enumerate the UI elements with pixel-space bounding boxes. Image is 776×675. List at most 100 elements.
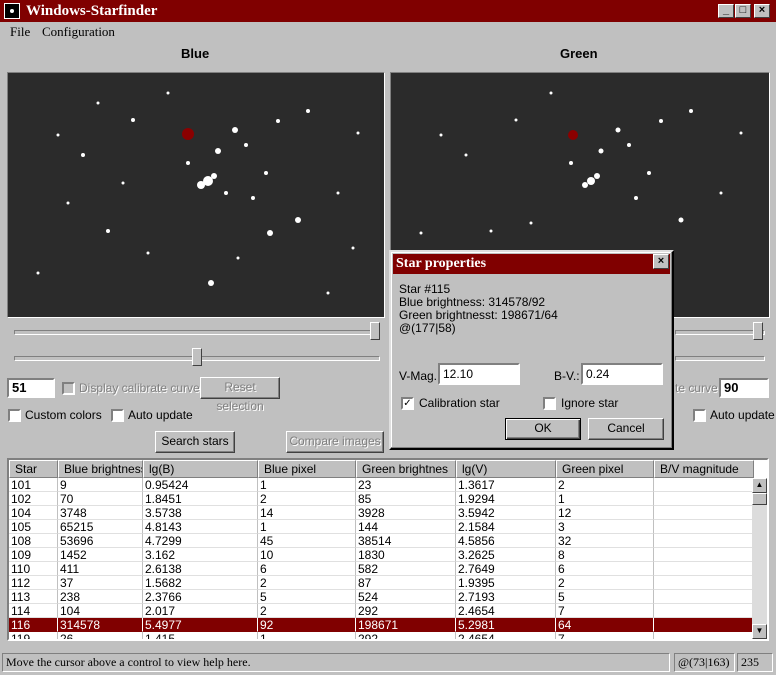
table-cell: 1 (258, 632, 356, 639)
table-cell: 1.415 (143, 632, 258, 639)
star-table[interactable]: Star Blue brightness lg(B) Blue pixel Green … (7, 458, 769, 641)
table-row[interactable]: 119 26 1.415 1 292 2.4654 7 (9, 632, 754, 639)
table-cell: 292 (356, 604, 456, 618)
table-cell: 198671 (356, 618, 456, 632)
table-cell: 113 (9, 590, 58, 604)
table-row[interactable]: 105 65215 4.8143 1 144 2.1584 3 (9, 520, 754, 534)
table-cell: 1.5682 (143, 576, 258, 590)
table-cell: 2.017 (143, 604, 258, 618)
auto-update-checkbox[interactable] (111, 409, 124, 422)
table-row[interactable]: 101 9 0.95424 1 23 1.3617 2 (9, 478, 754, 492)
table-cell: 116 (9, 618, 58, 632)
table-cell: 3748 (58, 506, 143, 520)
ignore-star-label: Ignore star (561, 396, 619, 410)
table-row[interactable]: 109 1452 3.162 10 1830 3.2625 8 (9, 548, 754, 562)
blue-brightness-slider[interactable] (14, 322, 380, 342)
close-icon[interactable]: × (754, 4, 770, 18)
table-cell: 1 (258, 478, 356, 492)
table-row[interactable]: 102 70 1.8451 2 85 1.9294 1 (9, 492, 754, 506)
blue-value-input[interactable]: 51 (7, 378, 55, 398)
column-header[interactable]: Blue brightness (58, 460, 143, 478)
compare-images-button[interactable]: Compare images (286, 431, 384, 453)
title-bar: Windows-Starfinder _ □ × (0, 0, 776, 22)
table-cell: 6 (258, 562, 356, 576)
table-cell: 87 (356, 576, 456, 590)
table-cell: 2.3766 (143, 590, 258, 604)
star-number: Star #115 (399, 282, 451, 296)
custom-colors-label: Custom colors (25, 408, 102, 422)
table-cell (654, 478, 754, 492)
vmag-input[interactable]: 12.10 (438, 363, 520, 385)
auto-update-checkbox-right[interactable] (693, 409, 706, 422)
blue-image[interactable] (7, 72, 385, 318)
star-icon[interactable] (4, 3, 20, 19)
star-position: @(177|58) (399, 321, 456, 335)
scroll-up-icon[interactable]: ▲ (752, 478, 767, 493)
minimize-icon[interactable]: _ (718, 4, 734, 18)
calibration-star-checkbox[interactable]: ✓ (401, 397, 414, 410)
table-row[interactable]: 104 3748 3.5738 14 3928 3.5942 12 (9, 506, 754, 520)
column-header[interactable]: Star (9, 460, 58, 478)
menu-bar: File Configuration (0, 22, 776, 42)
table-row[interactable]: 112 37 1.5682 2 87 1.9395 2 (9, 576, 754, 590)
search-stars-button[interactable]: Search stars (155, 431, 235, 453)
table-cell: 2.4654 (456, 632, 556, 639)
bv-input[interactable]: 0.24 (581, 363, 663, 385)
table-cell: 32 (556, 534, 654, 548)
table-row[interactable]: 110 411 2.6138 6 582 2.7649 6 (9, 562, 754, 576)
table-cell (654, 548, 754, 562)
table-cell: 104 (58, 604, 143, 618)
table-cell: 65215 (58, 520, 143, 534)
table-cell: 3.5942 (456, 506, 556, 520)
table-cell: 3.2625 (456, 548, 556, 562)
table-cell: 524 (356, 590, 456, 604)
green-brightness-slider[interactable] (675, 322, 765, 342)
blue-contrast-slider[interactable] (14, 348, 380, 368)
table-cell: 6 (556, 562, 654, 576)
slider-thumb[interactable] (753, 322, 763, 340)
table-cell (654, 604, 754, 618)
table-cell: 1830 (356, 548, 456, 562)
table-cell: 4.5856 (456, 534, 556, 548)
column-header[interactable]: Blue pixel (258, 460, 356, 478)
table-cell: 5.2981 (456, 618, 556, 632)
column-header[interactable]: lg(B) (143, 460, 258, 478)
scroll-thumb[interactable] (752, 493, 767, 505)
table-cell: 1.8451 (143, 492, 258, 506)
menu-file[interactable]: File (10, 24, 30, 40)
table-cell: 1 (556, 492, 654, 506)
ok-button[interactable]: OK (505, 418, 581, 440)
table-cell: 119 (9, 632, 58, 639)
slider-thumb[interactable] (192, 348, 202, 366)
maximize-icon[interactable]: □ (735, 4, 751, 18)
table-cell (654, 576, 754, 590)
menu-configuration[interactable]: Configuration (42, 24, 115, 40)
scroll-down-icon[interactable]: ▼ (752, 624, 767, 639)
table-row[interactable]: 116 314578 5.4977 92 198671 5.2981 64 (9, 618, 754, 632)
slider-thumb[interactable] (370, 322, 380, 340)
column-header[interactable]: lg(V) (456, 460, 556, 478)
column-header[interactable]: B/V magnitude (654, 460, 754, 478)
dialog-close-icon[interactable]: × (653, 254, 669, 269)
table-cell: 2 (258, 576, 356, 590)
table-row[interactable]: 113 238 2.3766 5 524 2.7193 5 (9, 590, 754, 604)
column-header[interactable]: Green brightnes (356, 460, 456, 478)
ignore-star-checkbox[interactable] (543, 397, 556, 410)
green-brightness-text: Green brightnesst: 198671/64 (399, 308, 558, 322)
custom-colors-checkbox[interactable] (8, 409, 21, 422)
column-header[interactable]: Green pixel (556, 460, 654, 478)
table-row[interactable]: 114 104 2.017 2 292 2.4654 7 (9, 604, 754, 618)
table-cell: 92 (258, 618, 356, 632)
table-row[interactable]: 108 53696 4.7299 45 38514 4.5856 32 (9, 534, 754, 548)
table-cell: 1.3617 (456, 478, 556, 492)
table-cell: 110 (9, 562, 58, 576)
dialog-title: Star properties (393, 254, 670, 274)
table-cell (654, 520, 754, 534)
display-calibrate-curve-checkbox[interactable] (62, 382, 75, 395)
green-value-input[interactable]: 90 (719, 378, 769, 398)
cancel-button[interactable]: Cancel (588, 418, 664, 440)
reset-selection-button[interactable]: Reset selection (200, 377, 280, 413)
green-contrast-slider[interactable] (675, 348, 765, 368)
blue-starfield (36, 91, 360, 295)
table-scrollbar[interactable]: ▲ ▼ (752, 478, 767, 639)
